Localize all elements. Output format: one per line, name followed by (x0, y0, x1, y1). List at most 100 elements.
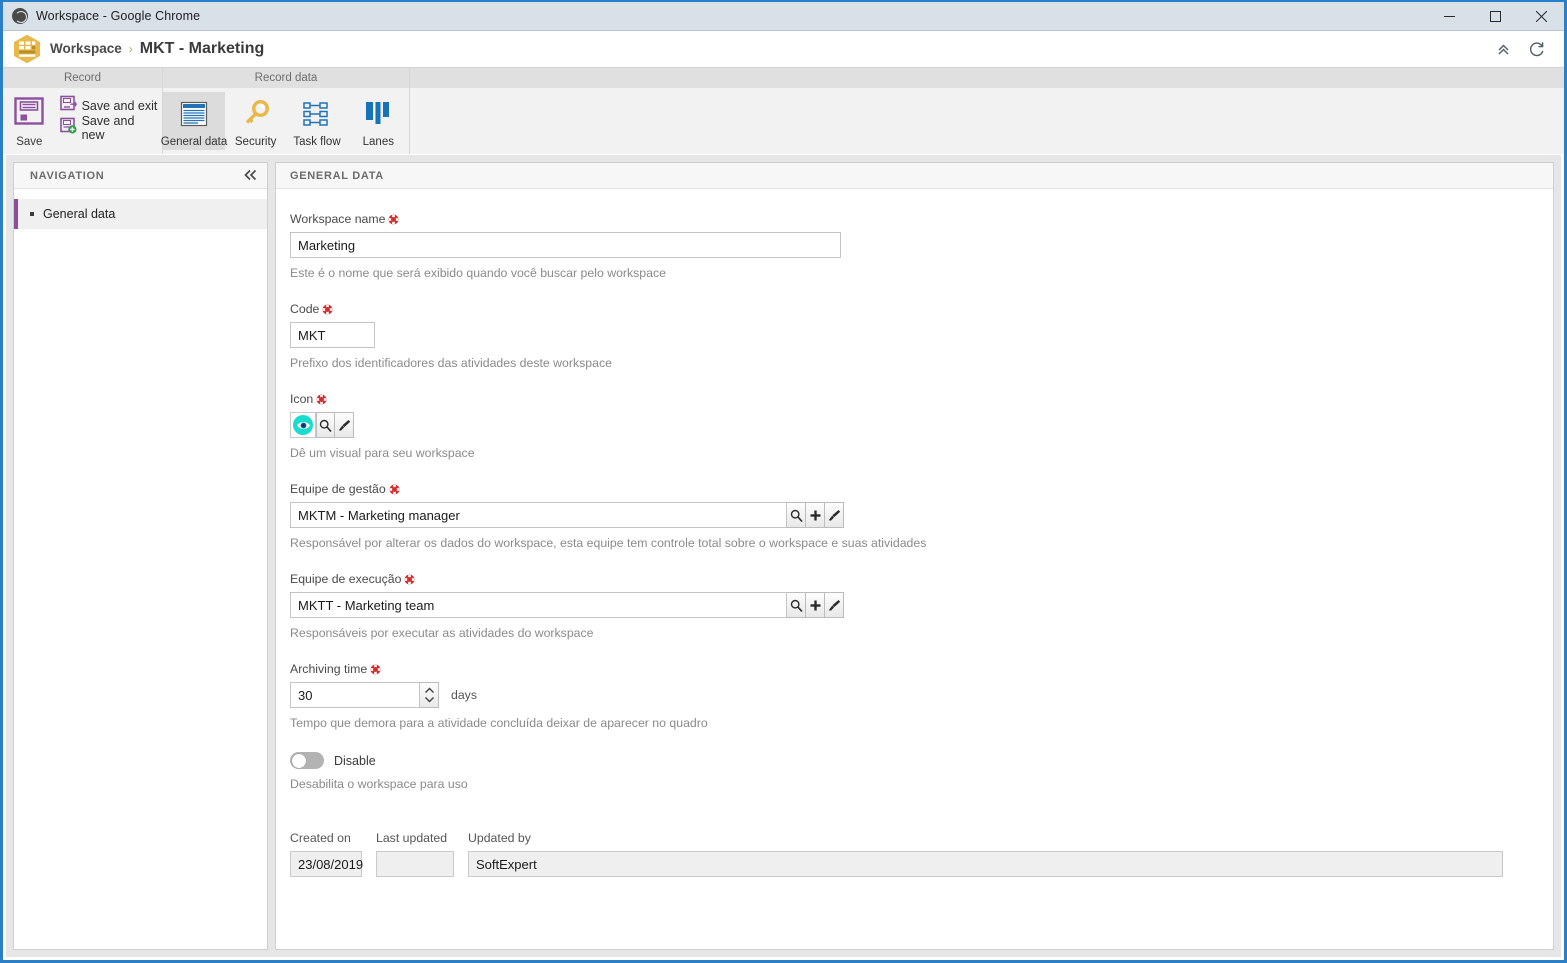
management-team-hint: Responsável por alterar os dados do work… (290, 536, 927, 550)
sidebar-item-general-data[interactable]: General data (14, 199, 267, 229)
maximize-button[interactable] (1472, 2, 1518, 31)
navigation-panel: NAVIGATION General data (13, 162, 268, 950)
archiving-time-input[interactable] (290, 682, 420, 708)
save-new-icon (59, 117, 77, 139)
workspace-name-hint: Este é o nome que será exibido quando vo… (290, 266, 666, 280)
minimize-button[interactable] (1426, 2, 1472, 31)
execution-team-input[interactable] (290, 592, 787, 618)
window-controls (1426, 2, 1564, 31)
tab-general-data[interactable]: General data (161, 92, 227, 150)
field-icon: Icon Dê um visual para seu workspace (290, 392, 1553, 460)
breadcrumb-root[interactable]: Workspace (50, 41, 122, 56)
execution-team-label-row: Equipe de execução (290, 572, 1553, 586)
title-bar: Workspace - Google Chrome (3, 2, 1564, 31)
required-marker-icon (404, 574, 415, 585)
ribbon-group-title: Record data (163, 68, 409, 88)
management-team-input[interactable] (290, 502, 787, 528)
disable-hint: Desabilita o workspace para uso (290, 777, 468, 791)
archiving-time-stepper[interactable] (420, 682, 439, 708)
page-header: Workspace › MKT - Marketing (3, 31, 1564, 67)
navigation-title: NAVIGATION (30, 169, 105, 182)
workspace-name-label: Workspace name (290, 212, 386, 226)
code-input[interactable] (290, 322, 375, 348)
save-exit-icon (59, 95, 77, 117)
ribbon-group-record-data: Record data General data Security Task f… (161, 68, 410, 154)
chevron-double-up-icon[interactable] (1496, 42, 1511, 57)
created-on-group: Created on 23/08/2019 (290, 831, 363, 877)
icon-label-row: Icon (290, 392, 1553, 406)
management-team-clear-button[interactable] (825, 502, 844, 528)
workspace-hexagon-icon (13, 34, 41, 64)
field-archiving-time: Archiving time 30 days Tempo que demora … (290, 662, 1553, 730)
execution-team-search-button[interactable] (787, 592, 806, 618)
application-window: Workspace - Google Chrome Workspace › MK… (0, 0, 1567, 963)
disable-toggle[interactable] (290, 752, 324, 769)
sidebar-item-label: General data (43, 207, 116, 221)
management-team-search-button[interactable] (787, 502, 806, 528)
management-team-add-button[interactable] (806, 502, 825, 528)
ribbon-group-title (410, 68, 1564, 88)
key-icon (240, 95, 272, 132)
tab-lanes-label: Lanes (362, 136, 394, 148)
tab-security[interactable]: Security (225, 92, 286, 150)
tab-lanes[interactable]: Lanes (348, 92, 409, 150)
archiving-time-label: Archiving time (290, 662, 368, 676)
field-code: Code Prefixo dos identificadores das ati… (290, 302, 1553, 370)
document-icon (178, 95, 210, 132)
management-team-label: Equipe de gestão (290, 482, 386, 496)
tab-task-flow[interactable]: Task flow (286, 92, 347, 150)
save-and-exit-label: Save and exit (81, 99, 158, 113)
save-button[interactable]: Save (3, 92, 56, 148)
eye-icon (293, 415, 313, 435)
ribbon-group-empty (410, 68, 1564, 154)
save-button-label: Save (16, 136, 43, 148)
selected-icon-swatch[interactable] (290, 412, 316, 438)
chevron-double-left-icon[interactable] (244, 169, 258, 183)
updated-by-group: Updated by SoftExpert (468, 831, 1503, 877)
disable-toggle-row: Disable (290, 752, 1553, 769)
ribbon-toolbar: Record Save Save and exit Save and new R… (3, 67, 1564, 154)
workspace-name-label-row: Workspace name (290, 212, 1553, 226)
code-label: Code (290, 302, 320, 316)
bullet-icon (30, 212, 34, 216)
close-button[interactable] (1518, 2, 1564, 31)
management-team-label-row: Equipe de gestão (290, 482, 1553, 496)
content-panel-header: GENERAL DATA (276, 163, 1553, 189)
floppy-disk-icon (12, 94, 46, 133)
workspace-name-input[interactable] (290, 232, 841, 258)
ribbon-group-record: Record Save Save and exit Save and new (3, 68, 163, 154)
execution-team-hint: Responsáveis por executar as atividades … (290, 626, 594, 640)
refresh-icon[interactable] (1527, 40, 1546, 59)
icon-clear-button[interactable] (335, 412, 354, 438)
save-options: Save and exit Save and new (56, 92, 162, 142)
code-label-row: Code (290, 302, 1553, 316)
tab-task-flow-label: Task flow (293, 136, 341, 148)
execution-team-add-button[interactable] (806, 592, 825, 618)
last-updated-group: Last updated (376, 831, 454, 877)
required-marker-icon (370, 664, 381, 675)
field-workspace-name: Workspace name Este é o nome que será ex… (290, 212, 1553, 280)
breadcrumb-separator: › (128, 42, 133, 56)
code-hint: Prefixo dos identificadores das atividad… (290, 356, 612, 370)
general-data-form: Workspace name Este é o nome que será ex… (276, 189, 1553, 949)
header-actions (1496, 40, 1556, 59)
last-updated-label: Last updated (376, 831, 448, 845)
record-metadata-row: Created on 23/08/2019 Last updated Updat… (290, 831, 1553, 877)
tab-security-label: Security (234, 136, 277, 148)
archiving-time-label-row: Archiving time (290, 662, 1553, 676)
execution-team-row (290, 592, 1553, 618)
save-and-new-label: Save and new (81, 114, 135, 142)
lanes-icon (362, 95, 394, 132)
icon-picker (290, 412, 1553, 438)
execution-team-clear-button[interactable] (825, 592, 844, 618)
save-and-new-button[interactable]: Save and new (56, 114, 162, 142)
updated-by-value: SoftExpert (468, 851, 1503, 877)
globe-icon (12, 8, 28, 24)
icon-search-button[interactable] (316, 412, 335, 438)
field-management-team: Equipe de gestão MKTM - Marketing manage… (290, 482, 1553, 550)
field-execution-team: Equipe de execução MKTT - Marketing team… (290, 572, 1553, 640)
archiving-time-hint: Tempo que demora para a atividade conclu… (290, 716, 708, 730)
content-panel: GENERAL DATA Workspace name Marketing Es… (275, 162, 1554, 950)
archiving-time-unit: days (451, 688, 477, 702)
management-team-row (290, 502, 1553, 528)
